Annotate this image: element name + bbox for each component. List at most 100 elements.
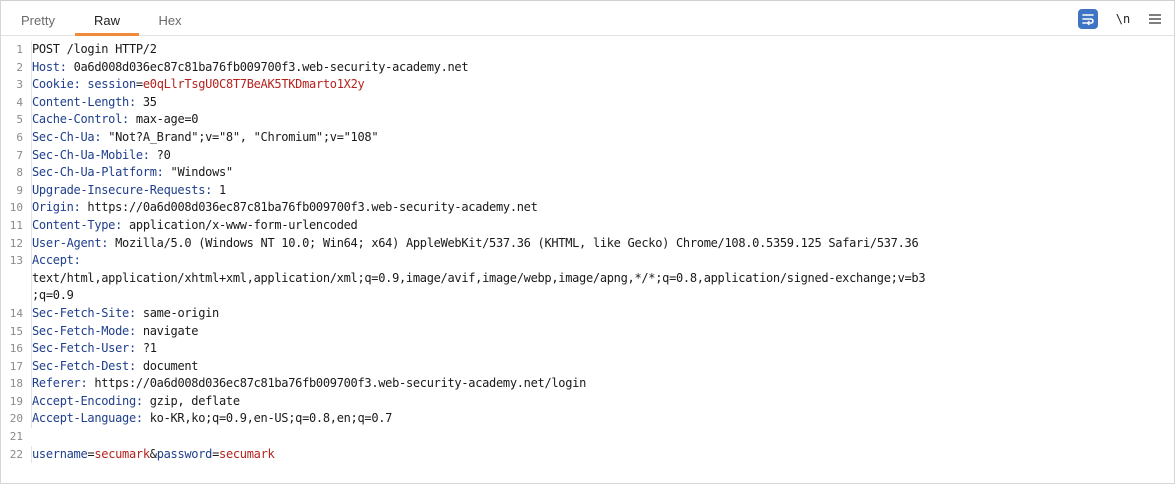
code-line-wrapped: text/html,application/xhtml+xml,applicat…	[1, 269, 1174, 288]
line-number: 5	[16, 113, 23, 127]
line-number: 10	[9, 201, 23, 215]
header-value: ?0	[149, 147, 171, 162]
code-line: 22 username=secumark&password=secumark	[1, 445, 1174, 464]
line-number: 6	[16, 130, 23, 144]
hamburger-menu-icon[interactable]	[1146, 10, 1164, 28]
raw-request-editor[interactable]: 1 POST /login HTTP/2 2 Host: 0a6d008d036ec…	[1, 41, 1174, 481]
header-value: 0a6d008d036ec87c81ba76fb009700f3.web-sec…	[66, 59, 469, 74]
code-line: 2 Host: 0a6d008d036ec87c81ba76fb009700f3.…	[1, 58, 1174, 77]
header-value: "Not?A_Brand";v="8", "Chromium";v="108"	[101, 129, 379, 144]
code-line: 13 Accept:	[1, 252, 1174, 270]
word-wrap-icon[interactable]	[1078, 9, 1098, 29]
code-line: 6 Sec-Ch-Ua: "Not?A_Brand";v="8", "Chromi…	[1, 128, 1174, 147]
header-name: Origin	[32, 200, 74, 215]
header-name: Sec-Fetch-Site	[32, 305, 129, 320]
code-line-empty: 21	[1, 428, 1174, 446]
header-name: Sec-Ch-Ua-Mobile	[32, 147, 143, 162]
line-number: 9	[16, 183, 23, 197]
line-number: 15	[9, 324, 23, 338]
line-number: 22	[9, 447, 23, 461]
code-line: 19 Accept-Encoding: gzip, deflate	[1, 392, 1174, 411]
param-value: secumark	[219, 446, 275, 461]
header-value: application/x-www-form-urlencoded	[122, 217, 358, 232]
header-name: Accept	[32, 253, 74, 268]
code-line: 15 Sec-Fetch-Mode: navigate	[1, 322, 1174, 341]
code-line: 9 Upgrade-Insecure-Requests: 1	[1, 181, 1174, 200]
header-value: ko-KR,ko;q=0.9,en-US;q=0.8,en;q=0.7	[142, 411, 393, 426]
header-name: Sec-Fetch-Dest	[32, 358, 129, 373]
header-name: Sec-Fetch-Mode	[32, 323, 129, 338]
request-line: POST /login HTTP/2	[31, 41, 1174, 59]
request-editor-panel: Pretty Raw Hex \n 1 POST /login HTTP/2 2H…	[0, 0, 1175, 484]
line-number: 11	[9, 218, 23, 232]
header-name: Sec-Ch-Ua-Platform	[32, 165, 157, 180]
header-value: text/html,application/xhtml+xml,applicat…	[31, 269, 1174, 288]
code-line-wrapped: ;q=0.9	[1, 287, 1174, 305]
cookie-name: session	[87, 77, 136, 92]
line-number: 7	[16, 148, 23, 162]
code-line: 18 Referer: https://0a6d008d036ec87c81ba7…	[1, 375, 1174, 393]
code-line: 11 Content-Type: application/x-www-form-u…	[1, 216, 1174, 235]
header-value: gzip, deflate	[142, 393, 240, 408]
code-line: 12 User-Agent: Mozilla/5.0 (Windows NT 10…	[1, 234, 1174, 253]
header-value: same-origin	[135, 305, 219, 320]
line-number: 19	[9, 394, 23, 408]
param-name: username	[32, 446, 88, 461]
code-line: 5 Cache-Control: max-age=0	[1, 111, 1174, 129]
code-line: 14 Sec-Fetch-Site: same-origin	[1, 304, 1174, 323]
view-tab-bar: Pretty Raw Hex \n	[1, 1, 1174, 36]
line-number: 1	[16, 43, 23, 56]
header-value: document	[135, 358, 199, 373]
show-newlines-button[interactable]: \n	[1112, 10, 1134, 28]
header-value: https://0a6d008d036ec87c81ba76fb009700f3…	[80, 200, 538, 215]
code-line: 3 Cookie: session=e0qLlrTsgU0C8T7BeAK5TKD…	[1, 76, 1174, 94]
header-name: Referer	[32, 376, 81, 391]
request-body: username=secumark&password=secumark	[31, 445, 1174, 464]
header-name: Sec-Ch-Ua	[32, 129, 95, 144]
param-name: password	[156, 446, 213, 461]
line-number: 8	[16, 166, 23, 180]
header-name: Upgrade-Insecure-Requests	[32, 182, 206, 197]
tab-pretty[interactable]: Pretty	[15, 1, 61, 35]
code-line: 16 Sec-Fetch-User: ?1	[1, 340, 1174, 358]
header-value: navigate	[135, 323, 199, 338]
code-line: 20 Accept-Language: ko-KR,ko;q=0.9,en-US;…	[1, 410, 1174, 429]
cookie-value: e0qLlrTsgU0C8T7BeAK5TKDmarto1X2y	[142, 77, 365, 92]
header-name: Cookie	[32, 77, 74, 92]
line-number: 3	[16, 78, 23, 92]
header-value: https://0a6d008d036ec87c81ba76fb009700f3…	[87, 376, 586, 391]
header-name: Cache-Control	[32, 112, 123, 127]
tab-raw[interactable]: Raw	[75, 1, 139, 36]
header-value: 1	[212, 182, 226, 197]
header-name: Accept-Language	[32, 411, 136, 426]
header-name: Sec-Fetch-User	[32, 341, 129, 356]
code-line: 17 Sec-Fetch-Dest: document	[1, 357, 1174, 376]
code-line: 1 POST /login HTTP/2	[1, 41, 1174, 59]
line-number: 20	[9, 412, 23, 426]
header-value: max-age=0	[128, 112, 199, 127]
line-number: 17	[9, 359, 23, 373]
header-name: Content-Type	[32, 217, 116, 232]
header-value: ;q=0.9	[31, 287, 1174, 305]
code-line: 7 Sec-Ch-Ua-Mobile: ?0	[1, 146, 1174, 165]
line-number: 14	[9, 306, 23, 320]
line-number: 16	[9, 342, 23, 356]
code-line: 4 Content-Length: 35	[1, 93, 1174, 112]
header-value: "Windows"	[163, 165, 234, 180]
line-number: 21	[9, 430, 23, 444]
line-number: 18	[9, 377, 23, 391]
code-line: 10 Origin: https://0a6d008d036ec87c81ba76…	[1, 199, 1174, 217]
header-name: User-Agent	[32, 235, 102, 250]
header-value: 35	[135, 94, 157, 109]
header-name: Accept-Encoding	[32, 393, 136, 408]
code-line: 8 Sec-Ch-Ua-Platform: "Windows"	[1, 164, 1174, 182]
tab-hex[interactable]: Hex	[148, 1, 192, 35]
line-number: 12	[9, 236, 23, 250]
header-name: Content-Length	[32, 94, 129, 109]
header-name: Host	[32, 59, 60, 74]
param-value: secumark	[94, 446, 150, 461]
line-number: 4	[16, 95, 23, 109]
line-number: 2	[16, 60, 23, 74]
header-value: Mozilla/5.0 (Windows NT 10.0; Win64; x64…	[108, 235, 919, 250]
line-number: 13	[9, 254, 23, 268]
